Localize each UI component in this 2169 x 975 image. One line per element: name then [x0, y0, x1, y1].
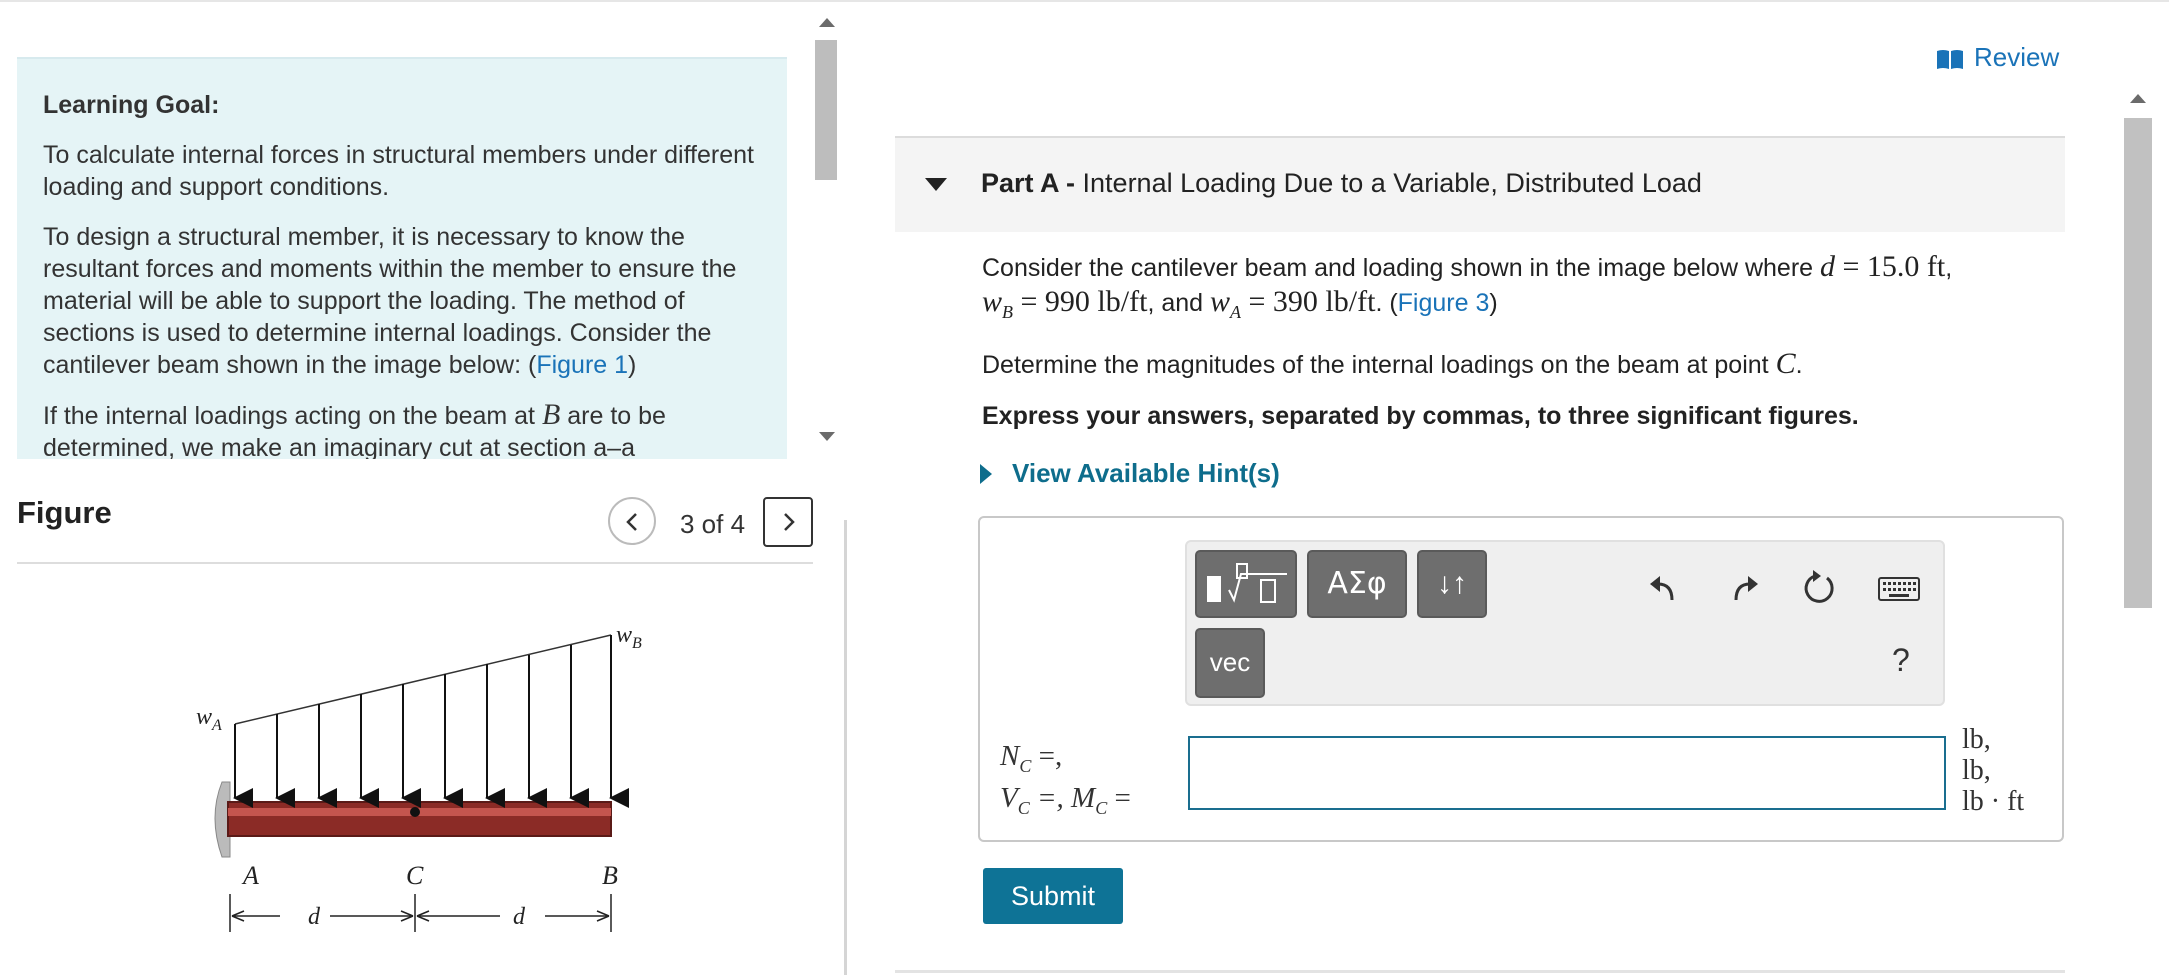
intro-text-end: ) [628, 351, 637, 379]
greek-symbols-button[interactable]: ΑΣφ [1307, 550, 1407, 618]
book-icon [1937, 50, 1963, 69]
point-b-label: B [602, 861, 618, 890]
redo-icon[interactable] [1722, 566, 1766, 610]
problem-statement: Consider the cantilever beam and loading… [982, 250, 2062, 329]
figure-3-link[interactable]: Figure 3 [1398, 289, 1490, 317]
answer-instructions: Express your answers, separated by comma… [982, 402, 1859, 430]
point-c-label: C [406, 861, 424, 890]
math-toolbar: ΑΣφ ↓↑ vec ? [1185, 540, 1945, 706]
intro-paragraph: To design a structural member, it is nec… [43, 221, 761, 381]
dimension-d-right: d [513, 904, 526, 930]
and-text: , and [1147, 289, 1204, 317]
load-arrows [233, 635, 629, 808]
unit-vc: lb, [1962, 755, 1991, 786]
section-text-end: are to be [567, 402, 666, 430]
previous-figure-button[interactable] [608, 497, 656, 545]
chevron-left-icon [626, 513, 637, 531]
next-figure-button[interactable] [763, 497, 813, 547]
beam [227, 801, 612, 837]
point-c-marker [410, 807, 420, 817]
figure-divider [17, 562, 813, 564]
figure-1-link[interactable]: Figure 1 [536, 351, 628, 379]
part-title-text: Internal Loading Due to a Variable, Dist… [1082, 168, 1702, 198]
answer-input[interactable] [1188, 736, 1946, 810]
bottom-divider [895, 970, 2065, 973]
section-text: If the internal loadings acting on the b… [43, 402, 535, 430]
dimension-d-left: d [308, 904, 321, 930]
wa-label: wA [196, 704, 222, 734]
answer-area: ΑΣφ ↓↑ vec ? NC =, VC =, MC = lb, lb, lb… [978, 516, 2064, 842]
load-top-line [234, 634, 612, 725]
comma: , [1945, 254, 1953, 282]
view-hints-toggle[interactable]: View Available Hint(s) [980, 458, 1280, 489]
answer-label: NC =, VC =, MC = [1000, 740, 1131, 818]
units-label: lb, lb, lb · ft [1962, 724, 2024, 817]
scrollbar-thumb[interactable] [2124, 118, 2152, 608]
arrows-button[interactable]: ↓↑ [1417, 550, 1487, 618]
point-c-variable: C [1775, 347, 1796, 380]
learning-goal-panel: Learning Goal: To calculate internal for… [17, 57, 787, 459]
scroll-up-arrow-icon[interactable] [2130, 94, 2146, 103]
review-label[interactable]: Review [1974, 42, 2059, 72]
left-scrollbar[interactable] [810, 4, 840, 454]
learning-goal-text: To calculate internal forces in structur… [43, 141, 754, 201]
wa-value: wA = 390 lb/ft [1210, 285, 1376, 322]
question-prompt: Determine the magnitudes of the internal… [982, 347, 1803, 382]
d-value: d = 15.0 ft [1820, 250, 1946, 283]
review-link[interactable]: Review [1936, 42, 2059, 73]
unit-nc: lb, [1962, 724, 1991, 755]
keyboard-icon[interactable] [1877, 566, 1921, 610]
scrollbar-thumb[interactable] [815, 40, 837, 180]
chevron-right-icon [784, 513, 795, 531]
figure-title: Figure [17, 495, 112, 530]
dimension-lines [229, 894, 612, 932]
collapse-triangle-icon[interactable] [925, 178, 947, 191]
unit-mc: lb · ft [1962, 786, 2025, 817]
vector-button[interactable]: vec [1195, 628, 1265, 698]
scroll-up-arrow-icon[interactable] [819, 18, 835, 27]
figure-counter: 3 of 4 [680, 509, 746, 539]
section-paragraph: If the internal loadings acting on the b… [43, 398, 761, 460]
cantilever-beam-figure: wA wB A C B d d [196, 622, 642, 932]
help-button[interactable]: ? [1892, 642, 1910, 679]
wb-value: wB = 990 lb/ft [982, 285, 1148, 322]
right-scrollbar[interactable] [2120, 82, 2156, 975]
close-paren: ) [1489, 289, 1498, 317]
period-paren: . ( [1375, 289, 1398, 317]
templates-button[interactable] [1195, 550, 1297, 618]
prompt-text: Determine the magnitudes of the internal… [982, 351, 1769, 379]
reset-icon[interactable] [1797, 566, 1841, 610]
point-a-label: A [241, 861, 259, 890]
part-a-title: Part A - Internal Loading Due to a Varia… [981, 168, 1702, 199]
point-b-variable: B [541, 398, 561, 431]
part-a-header[interactable]: Part A - Internal Loading Due to a Varia… [895, 136, 2065, 232]
wb-label: wB [616, 622, 642, 652]
section-text-cutoff: determined, we make an imaginary cut at … [43, 434, 635, 459]
learning-goal-title: Learning Goal: [43, 91, 220, 119]
part-label: Part A - [981, 168, 1076, 198]
pane-divider[interactable] [844, 520, 847, 975]
scroll-down-arrow-icon[interactable] [819, 432, 835, 441]
undo-icon[interactable] [1642, 566, 1686, 610]
expand-triangle-icon [980, 464, 992, 484]
hints-label[interactable]: View Available Hint(s) [1012, 458, 1280, 488]
left-pane: Learning Goal: To calculate internal for… [0, 2, 840, 975]
prompt-period: . [1795, 351, 1803, 379]
templates-icon [1207, 563, 1287, 603]
submit-button[interactable]: Submit [983, 868, 1123, 924]
statement-text: Consider the cantilever beam and loading… [982, 254, 1814, 282]
